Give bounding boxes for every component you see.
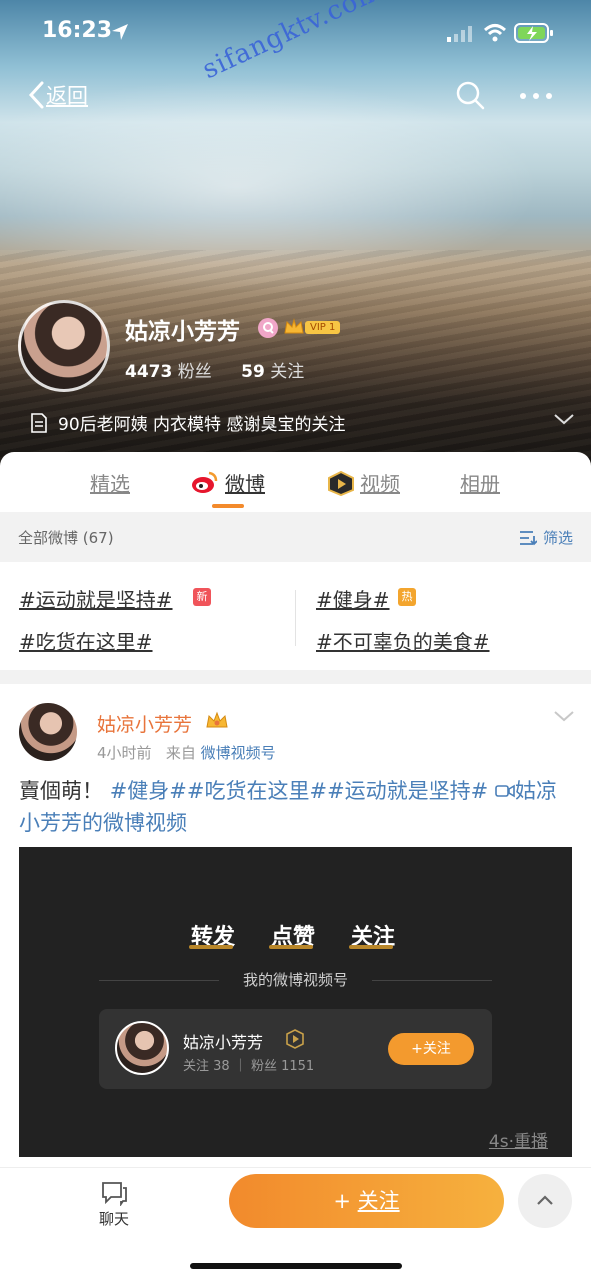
weibo-logo-icon	[192, 471, 218, 493]
search-icon[interactable]	[455, 80, 485, 112]
profile-tabs: 精选 微博 视频 相册	[0, 452, 591, 512]
chevron-left-icon	[28, 81, 44, 109]
filter-bar: 全部微博 (67) 筛选	[0, 512, 591, 562]
video-channel-card: 姑凉小芳芳 关注 38 ｜ 粉丝 1151 +关注	[99, 1009, 492, 1089]
verified-badge-icon	[258, 318, 278, 338]
profile-bio[interactable]: 90后老阿姨 内衣模特 感谢臭宝的关注	[30, 410, 345, 435]
brush-stroke	[349, 945, 393, 949]
post-tags[interactable]: #健身##吃货在这里##运动就是坚持#	[110, 779, 489, 803]
more-icon[interactable]	[519, 90, 553, 102]
bio-text: 90后老阿姨 内衣模特 感谢臭宝的关注	[58, 415, 346, 435]
profile-stats: 4473 粉丝 59 关注	[125, 357, 304, 382]
tab-video[interactable]: 视频	[360, 468, 400, 497]
topic-item[interactable]: #健身#	[316, 584, 390, 613]
new-badge: 新	[193, 588, 211, 606]
post-avatar[interactable]	[19, 703, 77, 761]
bottom-action-bar: 聊天 + 关注	[0, 1167, 591, 1280]
post-body: 賣個萌！ #健身##吃货在这里##运动就是坚持# 姑凉小芳芳的微博视频	[19, 775, 567, 839]
active-tab-indicator	[212, 504, 244, 508]
fans-label: 粉丝	[177, 362, 212, 382]
post-text: 賣個萌！	[19, 779, 103, 803]
follow-plus: +	[333, 1189, 351, 1213]
topic-item[interactable]: #不可辜负的美食#	[316, 626, 490, 655]
vip-badge[interactable]: VIP 1	[284, 318, 341, 336]
follow-count[interactable]: 59	[241, 362, 265, 382]
follow-label: 关注	[357, 1189, 400, 1213]
crown-icon	[206, 711, 228, 728]
video-channel-icon	[328, 470, 354, 496]
post-author[interactable]: 姑凉小芳芳	[97, 710, 192, 737]
filter-icon	[519, 530, 537, 545]
scroll-top-button[interactable]	[518, 1174, 572, 1228]
video-channel-icon	[286, 1029, 304, 1049]
home-indicator	[190, 1263, 402, 1269]
post-meta: 4小时前 来自 微博视频号	[97, 742, 276, 763]
chevron-down-icon[interactable]	[553, 412, 575, 426]
post-from: 来自	[165, 744, 196, 762]
post-source[interactable]: 微博视频号	[201, 744, 276, 762]
card-name: 姑凉小芳芳	[183, 1033, 264, 1052]
content-panel: 精选 微博 视频 相册 全部微博 (67) 筛选 #运动就是坚持# 新 #吃货在…	[0, 452, 591, 1280]
hot-badge: 热	[398, 588, 416, 606]
profile-banner	[0, 0, 591, 470]
filter-label: 筛选	[542, 529, 573, 547]
chevron-up-icon	[537, 1195, 553, 1205]
chevron-down-icon[interactable]	[553, 709, 575, 723]
back-label: 返回	[46, 84, 88, 108]
card-avatar	[115, 1021, 169, 1075]
chat-button[interactable]: 聊天	[94, 1180, 134, 1229]
card-stats: 关注 38 ｜ 粉丝 1151	[183, 1059, 315, 1074]
video-player[interactable]: 转发 点赞 关注 我的微博视频号 姑凉小芳芳 关注 38 ｜ 粉丝 1151 +…	[19, 847, 572, 1157]
brush-stroke	[189, 945, 233, 949]
card-follow-button[interactable]: +关注	[388, 1033, 474, 1065]
follow-label: 关注	[270, 362, 305, 382]
profile-username: 姑凉小芳芳	[125, 319, 240, 345]
topic-item[interactable]: #吃货在这里#	[19, 626, 153, 655]
chat-label: 聊天	[98, 1210, 129, 1228]
profile-avatar[interactable]	[18, 300, 110, 392]
all-weibo-count[interactable]: 全部微博 (67)	[18, 527, 114, 548]
topic-grid: #运动就是坚持# 新 #吃货在这里# #健身# 热 #不可辜负的美食#	[0, 562, 591, 670]
topic-item[interactable]: #运动就是坚持#	[19, 584, 173, 613]
cellular-signal-icon	[447, 26, 472, 42]
tab-featured[interactable]: 精选	[90, 468, 130, 497]
tab-weibo[interactable]: 微博	[225, 468, 265, 497]
back-button[interactable]: 返回	[26, 80, 88, 110]
replay-button[interactable]: 4s·重播	[489, 1127, 548, 1152]
wifi-icon	[483, 24, 507, 42]
tab-album[interactable]: 相册	[460, 468, 500, 497]
status-time: 16:23	[42, 18, 113, 43]
chat-icon	[102, 1182, 127, 1206]
video-link-icon	[495, 784, 515, 798]
post-time: 4小时前	[97, 744, 152, 762]
crown-icon	[284, 318, 304, 334]
video-subtitle: 我的微博视频号	[242, 971, 348, 989]
document-icon	[31, 412, 47, 433]
follow-button[interactable]: + 关注	[229, 1174, 504, 1228]
topic-divider	[295, 590, 296, 646]
location-arrow-icon	[112, 24, 128, 40]
battery-charging-icon	[514, 23, 553, 43]
brush-stroke	[269, 945, 313, 949]
section-gap	[0, 670, 591, 684]
filter-button[interactable]: 筛选	[519, 527, 573, 548]
vip-label: VIP 1	[305, 320, 341, 334]
fans-count[interactable]: 4473	[125, 362, 172, 382]
